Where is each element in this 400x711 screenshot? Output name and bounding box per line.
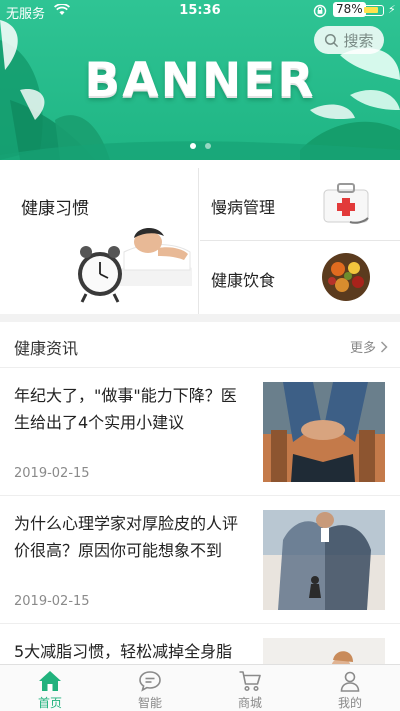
search-label: 搜索 [343, 31, 374, 50]
tab-label: 我的 [337, 696, 362, 710]
news-section-title: 健康资讯 [14, 339, 79, 358]
chevron-right-icon [380, 340, 388, 353]
more-label: 更多 [349, 341, 376, 356]
tab-bar: 首页 智能 商城 我的 [0, 664, 400, 711]
tab-label: 智能 [137, 696, 162, 710]
screen: 无服务 15:36 78% ⚡ 搜索 BANNER 健康习惯 慢病管理 健康饮食… [0, 0, 400, 711]
news-thumbnail-businessman [263, 510, 385, 610]
home-icon [39, 671, 61, 691]
category-label: 慢病管理 [211, 198, 276, 217]
first-aid-kit-image [323, 183, 369, 224]
category-healthy-habits[interactable]: 健康习惯 [0, 168, 199, 314]
news-title: 为什么心理学家对厚脸皮的人评价很高？原因你可能想象不到 [14, 514, 239, 560]
search-button[interactable]: 搜索 [314, 26, 384, 54]
rotation-lock-icon [313, 4, 327, 18]
news-item[interactable]: 年纪大了，"做事"能力下降？医生给出了4个实用小建议 2019-02-15 [0, 368, 400, 496]
charging-icon: ⚡ [388, 3, 396, 16]
cart-icon [239, 671, 261, 692]
news-thumbnail-elderly-hands [263, 382, 385, 482]
news-date: 2019-02-15 [14, 594, 90, 609]
banner-title: BANNER [84, 53, 316, 108]
news-date: 2019-02-15 [14, 466, 90, 481]
category-healthy-diet[interactable]: 健康饮食 [200, 241, 400, 314]
tab-mine[interactable]: 我的 [300, 665, 400, 711]
banner-dot-2[interactable] [204, 143, 211, 149]
tab-mall[interactable]: 商城 [200, 665, 300, 711]
news-title: 年纪大了，"做事"能力下降？医生给出了4个实用小建议 [14, 386, 237, 432]
battery-percent: 78% [333, 2, 366, 17]
news-header: 健康资讯 更多 [0, 322, 400, 368]
news-title: 5大减脂习惯，轻松减掉全身脂 [14, 642, 233, 661]
tab-label: 商城 [237, 696, 262, 710]
spices-bowl-image [322, 253, 370, 301]
banner-dot-1[interactable] [189, 143, 196, 149]
search-icon [325, 33, 339, 47]
banner[interactable]: 无服务 15:36 78% ⚡ 搜索 BANNER [0, 0, 400, 160]
tab-home[interactable]: 首页 [0, 665, 100, 711]
category-grid: 健康习惯 慢病管理 健康饮食 [0, 168, 400, 314]
banner-pagination [0, 143, 400, 149]
news-more-link[interactable]: 更多 [350, 337, 388, 356]
category-label: 健康饮食 [211, 271, 276, 290]
category-chronic-disease[interactable]: 慢病管理 [200, 168, 400, 241]
user-icon [340, 671, 360, 692]
status-bar: 无服务 15:36 78% ⚡ [0, 0, 400, 22]
tab-smart[interactable]: 智能 [100, 665, 200, 711]
tab-label: 首页 [37, 696, 62, 710]
sleeping-alarm-clock-image [78, 227, 192, 303]
chat-bubble-icon [139, 671, 161, 692]
battery-icon [362, 5, 384, 16]
news-item[interactable]: 为什么心理学家对厚脸皮的人评价很高？原因你可能想象不到 2019-02-15 [0, 496, 400, 624]
section-divider [0, 314, 400, 322]
